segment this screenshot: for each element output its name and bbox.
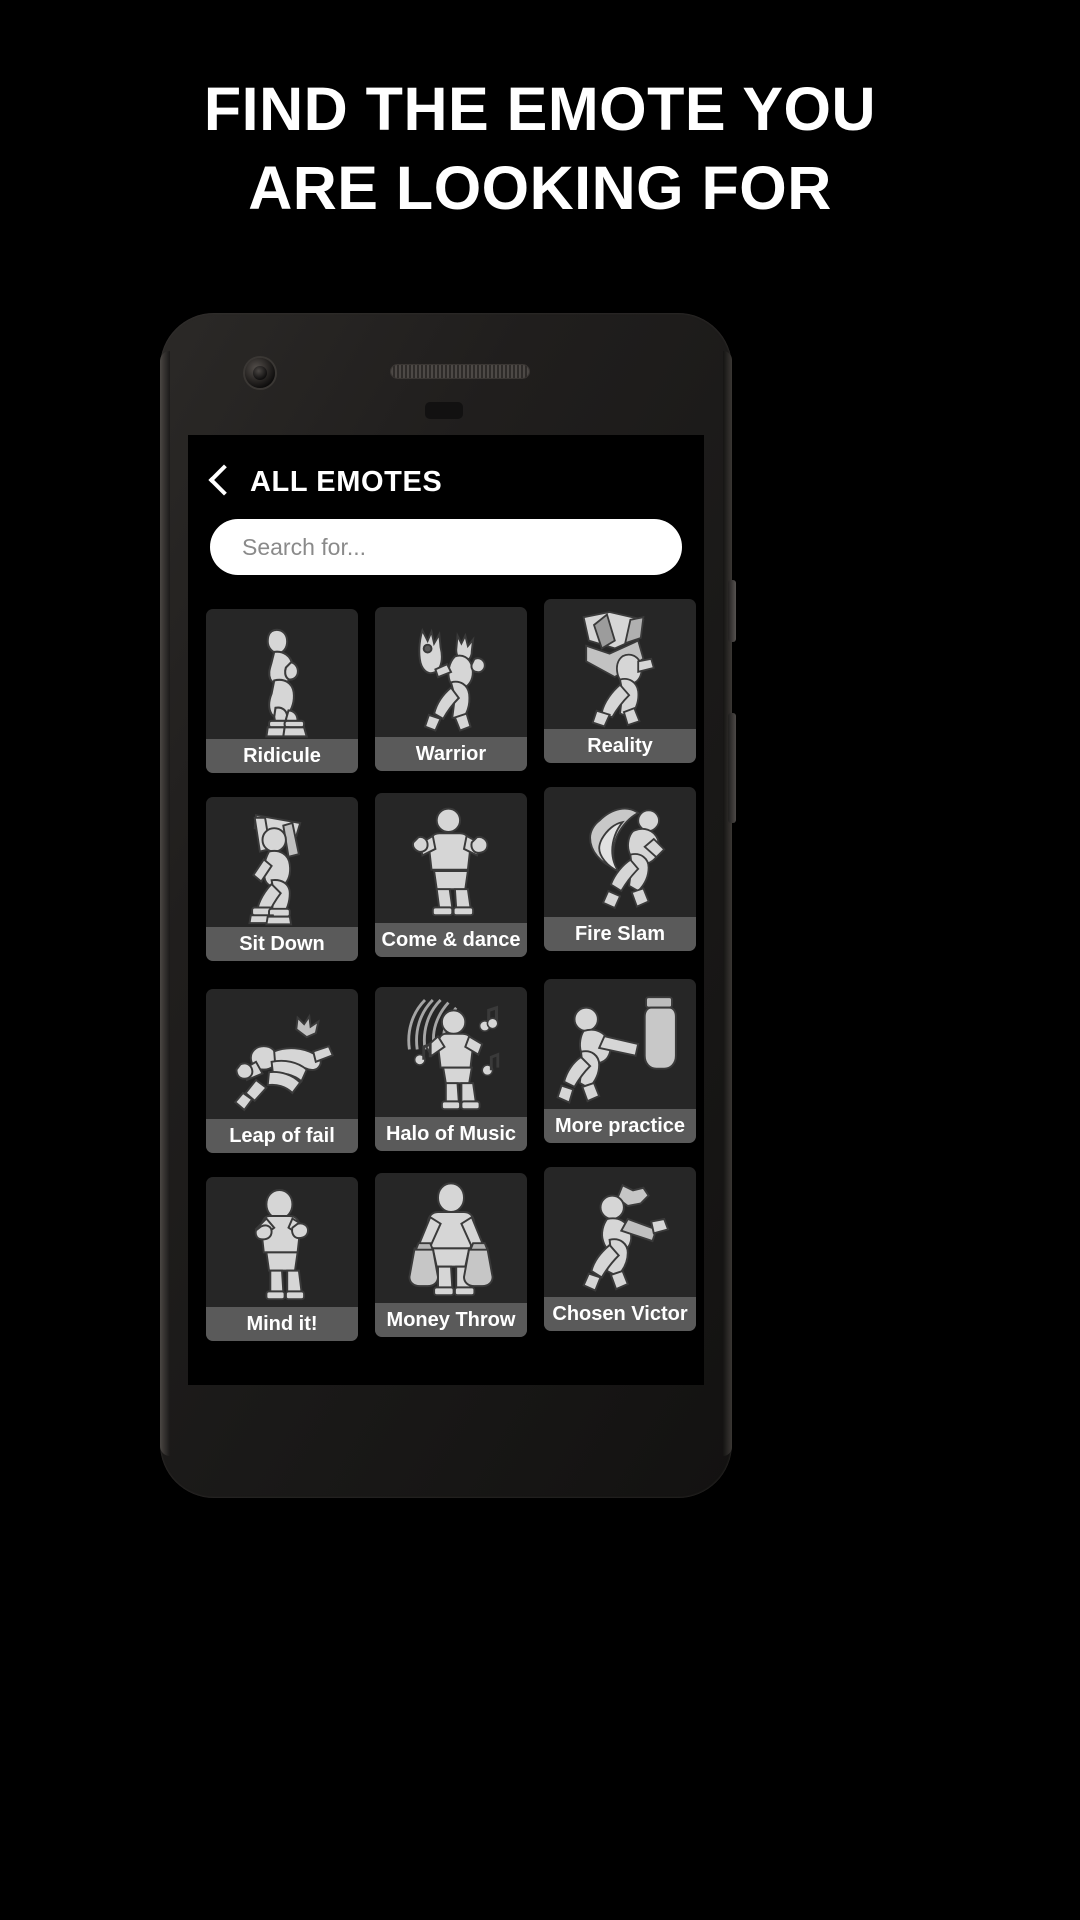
emote-label: Ridicule [206,739,358,773]
fire-slam-icon [544,787,696,917]
emote-label: Fire Slam [544,917,696,951]
promo-headline: FIND THE EMOTE YOU ARE LOOKING FOR [0,70,1080,229]
emote-row: Ridicule Warrior Reality [188,595,704,785]
emote-tile[interactable]: Chosen Victor [544,1167,696,1331]
camera-lens-icon [245,358,275,388]
emote-row: Leap of fail Halo of Music More practice [188,975,704,1165]
emote-label: Warrior [375,737,527,771]
emote-tile[interactable]: Ridicule [206,609,358,773]
screen-bottom-bar [188,1347,704,1385]
emote-label: Reality [544,729,696,763]
emote-row: Mind it! Money Throw Chosen Victor [188,1165,704,1347]
headline-line-2: ARE LOOKING FOR [248,154,832,223]
earpiece-speaker-icon [391,365,529,378]
emote-label: More practice [544,1109,696,1143]
phone-mockup: ALL EMOTES Search for... Ridicule Warrio… [160,313,736,1498]
app-header: ALL EMOTES [188,449,704,515]
dance-hip-sway-icon [206,609,358,739]
come-and-dance-icon [375,793,527,923]
halo-of-music-icon [375,987,527,1117]
sit-down-chair-icon [206,797,358,927]
reality-shatter-icon [544,599,696,729]
emote-label: Mind it! [206,1307,358,1341]
emote-label: Money Throw [375,1303,527,1337]
proximity-sensor-icon [425,402,463,419]
emote-tile[interactable]: Sit Down [206,797,358,961]
more-practice-bag-icon [544,979,696,1109]
emote-tile[interactable]: Come & dance [375,793,527,957]
search-input[interactable] [210,519,682,575]
headline-line-1: FIND THE EMOTE YOU [203,75,877,143]
emote-tile[interactable]: More practice [544,979,696,1143]
emote-tile[interactable]: Halo of Music [375,987,527,1151]
page-title: ALL EMOTES [250,465,443,498]
warrior-mask-icon [375,607,527,737]
phone-right-edge [723,351,732,1456]
emote-tile[interactable]: Mind it! [206,1177,358,1341]
emote-row: Sit Down Come & dance Fire Slam [188,785,704,975]
phone-left-edge [160,351,170,1456]
emote-label: Sit Down [206,927,358,961]
search-container [210,519,682,575]
emote-tile[interactable]: Money Throw [375,1173,527,1337]
mind-it-pose-icon [206,1177,358,1307]
app-screen: ALL EMOTES Search for... Ridicule Warrio… [188,435,704,1347]
emote-tile[interactable]: Fire Slam [544,787,696,951]
emote-tile[interactable]: Reality [544,599,696,763]
leap-of-fail-icon [206,989,358,1119]
power-button[interactable] [728,580,736,642]
volume-button[interactable] [728,713,736,823]
emote-label: Chosen Victor [544,1297,696,1331]
emote-label: Come & dance [375,923,527,957]
emote-label: Halo of Music [375,1117,527,1151]
money-throw-bags-icon [375,1173,527,1303]
emote-label: Leap of fail [206,1119,358,1153]
chosen-victor-icon [544,1167,696,1297]
emote-grid: Ridicule Warrior Reality Sit Down Come &… [188,595,704,1347]
emote-tile[interactable]: Leap of fail [206,989,358,1153]
chevron-left-icon[interactable] [206,464,232,500]
emote-tile[interactable]: Warrior [375,607,527,771]
